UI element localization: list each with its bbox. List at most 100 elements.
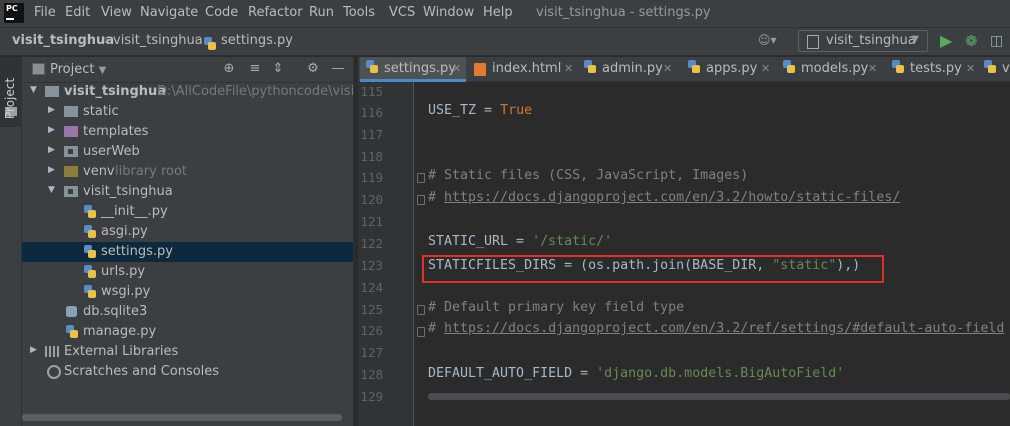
fold-marker-icon[interactable] <box>417 305 425 315</box>
folder-icon <box>45 86 59 97</box>
python-file-icon <box>84 245 96 258</box>
line-number: 125 <box>360 302 383 317</box>
close-icon[interactable]: ✕ <box>761 62 770 75</box>
code-line-119[interactable]: # Static files (CSS, JavaScript, Images) <box>428 168 748 183</box>
line-number: 117 <box>360 127 383 142</box>
python-file-icon <box>892 60 904 73</box>
tab-overflow[interactable]: v <box>978 57 1010 82</box>
tab-admin-py[interactable]: admin.py ✕ <box>578 57 678 82</box>
tree-row-visit-tsinghua[interactable]: ▼ visit_tsinghua <box>22 182 353 202</box>
line-number: 115 <box>360 84 383 99</box>
line-number: 128 <box>360 367 383 382</box>
locate-icon[interactable]: ⊕ <box>221 60 237 78</box>
tab-tests-py[interactable]: tests.py ✕ <box>886 57 978 82</box>
editor-horizontal-scrollbar[interactable] <box>428 393 1010 400</box>
chevron-right-icon: ▶ <box>48 145 55 155</box>
close-icon[interactable]: ✕ <box>663 62 672 75</box>
templates-folder-icon <box>64 126 78 137</box>
tree-row-init[interactable]: __init__.py <box>22 202 353 222</box>
tree-row-templates[interactable]: ▶ templates <box>22 122 353 142</box>
menu-edit[interactable]: Edit <box>65 5 90 20</box>
python-file-icon <box>84 205 96 218</box>
libraries-icon <box>45 346 59 357</box>
run-configuration-selector[interactable]: visit_tsinghua ▼ <box>798 30 928 52</box>
code-line-120[interactable]: # https://docs.djangoproject.com/en/3.2/… <box>428 190 900 205</box>
tab-index-html[interactable]: index.html ✕ <box>468 57 578 82</box>
breadcrumb-project[interactable]: visit_tsinghua <box>12 33 114 48</box>
coverage-icon[interactable]: ◫ <box>990 31 1008 51</box>
tree-row-settings[interactable]: settings.py <box>22 242 353 262</box>
python-file-icon <box>204 34 216 50</box>
expand-icon[interactable]: ⇕ <box>270 60 286 78</box>
tab-settings-py[interactable]: settings.py ✕ <box>360 57 466 82</box>
project-panel-title[interactable]: Project ▼ <box>50 62 106 77</box>
project-view-icon <box>32 63 45 75</box>
breadcrumb-separator: › <box>194 33 200 48</box>
django-icon <box>807 35 819 49</box>
menu-run[interactable]: Run <box>309 5 334 20</box>
collapse-icon[interactable]: ≡ <box>247 60 263 78</box>
scrollbar-thumb[interactable] <box>22 414 342 421</box>
fold-marker-icon[interactable] <box>417 195 425 205</box>
tree-row-db-sqlite3[interactable]: db.sqlite3 <box>22 302 353 322</box>
tree-row-manage[interactable]: manage.py <box>22 322 353 342</box>
line-number: 118 <box>360 149 383 164</box>
tree-row-asgi[interactable]: asgi.py <box>22 222 353 242</box>
menu-file[interactable]: File <box>34 5 56 20</box>
python-file-icon <box>84 285 96 298</box>
line-number: 116 <box>360 105 383 120</box>
html-file-icon <box>474 63 486 76</box>
tree-row-scratches[interactable]: Scratches and Consoles <box>22 362 353 382</box>
tree-row-external-libraries[interactable]: ▶ External Libraries <box>22 342 353 362</box>
tree-row-userweb[interactable]: ▶ userWeb <box>22 142 353 162</box>
chevron-down-icon: ▼ <box>911 34 919 45</box>
code-line-128[interactable]: DEFAULT_AUTO_FIELD = 'django.db.models.B… <box>428 366 844 381</box>
chevron-down-icon: ▼ <box>48 185 55 195</box>
breadcrumb-file[interactable]: settings.py <box>221 33 293 48</box>
close-icon[interactable]: ✕ <box>452 62 461 75</box>
project-tool-tab[interactable]: Project <box>0 57 22 127</box>
menu-view[interactable]: View <box>101 5 132 20</box>
tree-row-static[interactable]: ▶ static <box>22 102 353 122</box>
debug-icon[interactable]: ❁ <box>965 31 983 51</box>
menu-code[interactable]: Code <box>205 5 238 20</box>
tree-row-root[interactable]: ▼ visit_tsinghua D:\AllCodeFile\pythonco… <box>22 82 378 102</box>
tab-models-py[interactable]: models.py ✕ <box>777 57 881 82</box>
tree-row-urls[interactable]: urls.py <box>22 262 353 282</box>
menu-window[interactable]: Window <box>423 5 474 20</box>
database-icon <box>66 306 77 317</box>
package-folder-icon <box>64 186 78 197</box>
gear-icon[interactable]: ⚙ <box>305 60 321 78</box>
tree-row-wsgi[interactable]: wsgi.py <box>22 282 353 302</box>
code-line-125[interactable]: # Default primary key field type <box>428 300 684 315</box>
chevron-right-icon: ▶ <box>48 125 55 135</box>
hide-icon[interactable]: — <box>330 60 346 78</box>
line-number: 122 <box>360 236 383 251</box>
annotation-highlight-box <box>422 255 884 283</box>
scratches-icon <box>47 365 61 379</box>
menu-tools[interactable]: Tools <box>343 5 375 20</box>
fold-marker-icon[interactable] <box>417 327 425 337</box>
menu-navigate[interactable]: Navigate <box>140 5 198 20</box>
close-icon[interactable]: ✕ <box>966 62 975 75</box>
python-file-icon <box>84 225 96 238</box>
library-folder-icon <box>64 166 78 177</box>
code-line-126[interactable]: # https://docs.djangoproject.com/en/3.2/… <box>428 321 1004 336</box>
python-file-icon <box>66 325 78 338</box>
tree-row-venv[interactable]: ▶ venv library root <box>22 162 353 182</box>
user-icon[interactable]: ☺▾ <box>758 33 782 49</box>
run-icon[interactable]: ▶ <box>940 31 958 51</box>
breadcrumb-package[interactable]: visit_tsinghua <box>113 33 203 48</box>
fold-marker-icon[interactable] <box>417 173 425 183</box>
project-logo-icon: PC <box>4 3 24 23</box>
menu-vcs[interactable]: VCS <box>389 5 415 20</box>
code-line-115[interactable]: USE_TZ = True <box>428 103 532 118</box>
code-line-122[interactable]: STATIC_URL = '/static/' <box>428 234 612 249</box>
menu-refactor[interactable]: Refactor <box>248 5 303 20</box>
close-icon[interactable]: ✕ <box>564 62 573 75</box>
line-number: 129 <box>360 389 383 404</box>
tab-apps-py[interactable]: apps.py ✕ <box>682 57 774 82</box>
line-number: 120 <box>360 192 383 207</box>
menu-help[interactable]: Help <box>483 5 513 20</box>
close-icon[interactable]: ✕ <box>868 62 877 75</box>
